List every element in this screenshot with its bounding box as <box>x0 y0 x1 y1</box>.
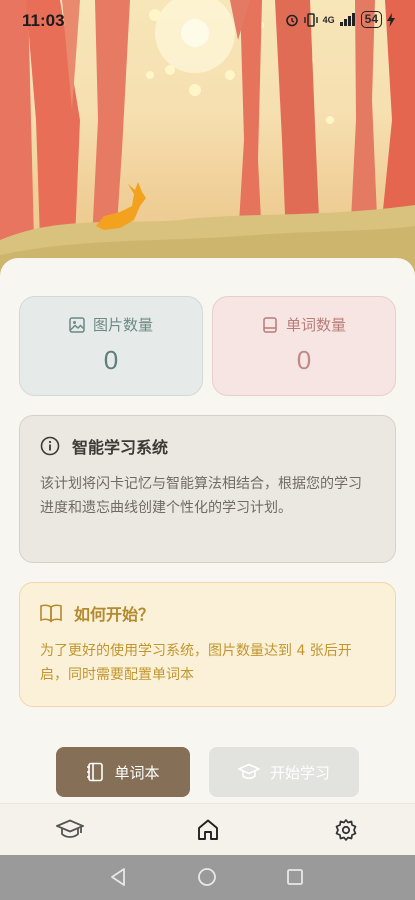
system-recents-button[interactable] <box>284 866 306 888</box>
image-count-label: 图片数量 <box>92 316 153 334</box>
back-icon <box>111 868 125 886</box>
start-learning-label: 开始学习 <box>269 763 330 782</box>
smart-learning-description: 该计划将闪卡记忆与智能算法相结合，根据您的学习进度和遗忘曲线创建个性化的学习计划… <box>40 476 362 516</box>
how-to-start-title: 如何开始？ <box>74 605 155 624</box>
image-count-value: 0 <box>103 345 119 375</box>
word-count-label: 单词数量 <box>285 316 346 334</box>
hero-illustration <box>0 0 415 280</box>
open-book-icon <box>40 604 62 623</box>
alarm-icon <box>285 14 298 26</box>
battery-level: 54 <box>360 11 382 28</box>
status-bar: 11:03 4G 54 <box>0 0 415 40</box>
info-icon <box>40 436 60 456</box>
nav-home[interactable] <box>193 815 223 845</box>
status-time: 11:03 <box>22 11 65 30</box>
status-icons: 4G 54 <box>285 11 395 28</box>
forest-scene-image <box>0 0 415 280</box>
image-count-card[interactable]: 图片数量 0 <box>19 296 203 396</box>
smart-learning-card: 智能学习系统 该计划将闪卡记忆与智能算法相结合，根据您的学习进度和遗忘曲线创建个… <box>19 415 396 563</box>
vocabulary-book-button[interactable]: 单词本 <box>56 747 190 797</box>
signal-icon <box>339 13 355 26</box>
nav-settings[interactable] <box>331 815 361 845</box>
book-icon <box>263 316 277 333</box>
system-back-button[interactable] <box>107 866 129 888</box>
recents-icon <box>287 869 303 885</box>
bottom-navigation <box>0 803 415 855</box>
home-icon <box>198 819 218 840</box>
system-home-button[interactable] <box>196 866 218 888</box>
image-icon <box>69 316 85 333</box>
graduation-cap-icon <box>237 763 260 780</box>
vibrate-icon <box>303 12 318 27</box>
network-label: 4G <box>322 14 335 25</box>
settings-gear-icon <box>335 819 357 841</box>
word-count-card[interactable]: 单词数量 0 <box>212 296 396 396</box>
nav-learn[interactable] <box>55 815 85 845</box>
graduation-cap-icon <box>56 819 84 838</box>
how-to-start-description: 为了更好的使用学习系统，图片数量达到 4 张后开启，同时需要配置单词本 <box>40 643 352 683</box>
smart-learning-title: 智能学习系统 <box>72 438 169 457</box>
word-count-value: 0 <box>296 345 312 375</box>
system-navigation-bar <box>0 855 415 900</box>
home-circle-icon <box>198 868 216 886</box>
how-to-start-card: 如何开始？ 为了更好的使用学习系统，图片数量达到 4 张后开启，同时需要配置单词… <box>19 582 396 707</box>
charging-icon <box>387 12 395 27</box>
notebook-icon <box>87 762 104 782</box>
vocabulary-book-label: 单词本 <box>114 763 160 782</box>
start-learning-button[interactable]: 开始学习 <box>209 747 359 797</box>
